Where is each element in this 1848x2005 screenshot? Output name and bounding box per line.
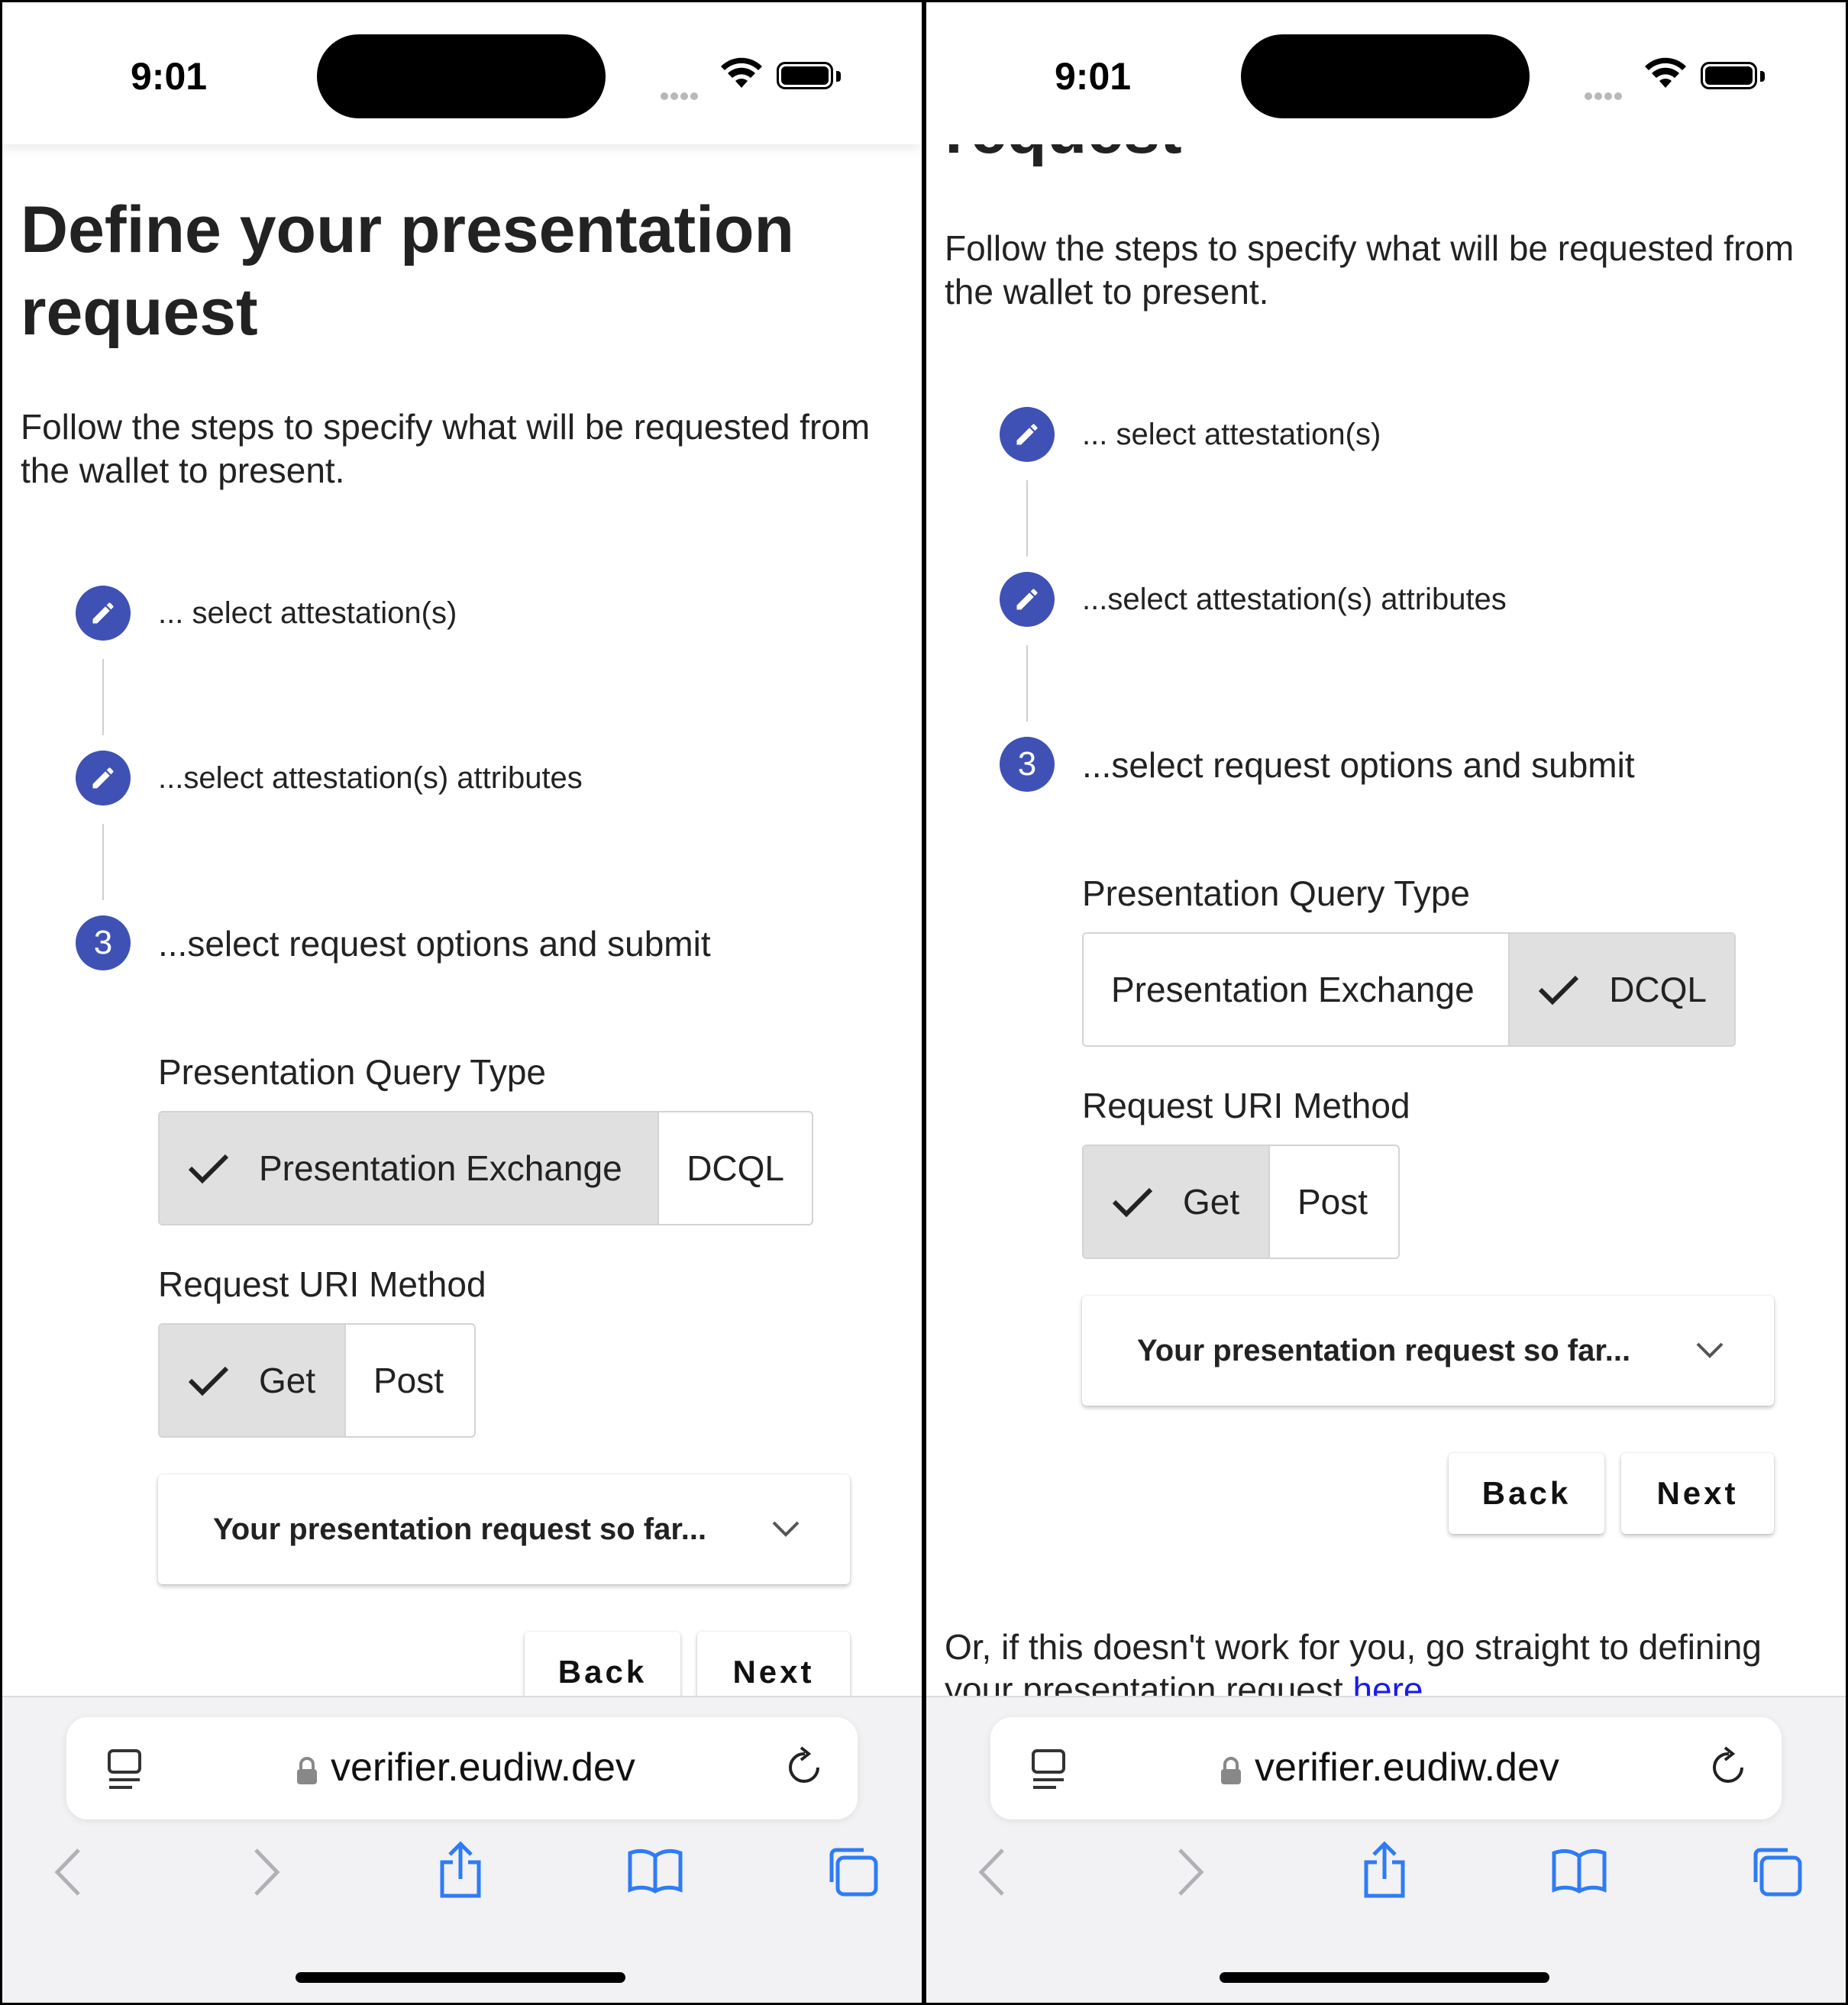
phone-screen-left: 9:01 Define your presentation request Fo… <box>2 2 922 2003</box>
toggle-post[interactable]: Post <box>344 1325 471 1436</box>
toggle-get[interactable]: Get <box>160 1325 344 1436</box>
step-2-label: ...select attestation(s) attributes <box>1082 583 1507 616</box>
phone-screen-right: request Follow the steps to specify what… <box>926 2 1846 2003</box>
toggle-label: Post <box>373 1361 444 1400</box>
checkmark-icon <box>1112 1187 1153 1218</box>
lock-icon <box>297 1757 317 1784</box>
pencil-icon <box>92 767 114 789</box>
toggle-dcql[interactable]: DCQL <box>1508 934 1734 1045</box>
tabs-icon[interactable] <box>825 1845 879 1897</box>
lock-icon <box>1221 1757 1241 1784</box>
bookmarks-icon[interactable] <box>627 1847 683 1894</box>
pencil-icon <box>1016 424 1038 445</box>
bookmarks-icon[interactable] <box>1551 1847 1607 1894</box>
status-bar: 9:01 <box>2 2 922 144</box>
checkmark-icon <box>188 1154 229 1184</box>
checkmark-icon <box>188 1366 229 1396</box>
step-2-edit-badge[interactable] <box>76 751 131 806</box>
toggle-label: Get <box>259 1361 316 1400</box>
battery-icon <box>777 62 833 89</box>
home-indicator <box>296 1972 625 1983</box>
step-2-edit-badge[interactable] <box>1000 572 1055 627</box>
step-connector <box>1026 480 1028 557</box>
summary-expansion-panel[interactable]: Your presentation request so far... <box>158 1474 850 1584</box>
summary-panel-title: Your presentation request so far... <box>1137 1333 1631 1367</box>
summary-panel-title: Your presentation request so far... <box>213 1512 707 1546</box>
status-bar: 9:01 <box>926 2 1846 144</box>
toggle-get[interactable]: Get <box>1084 1146 1268 1258</box>
url-text: verifier.eudiw.dev <box>1255 1745 1559 1790</box>
query-type-label: Presentation Query Type <box>158 1052 546 1092</box>
browser-toolbar: verifier.eudiw.dev <box>926 1696 1846 2003</box>
share-icon[interactable] <box>1360 1841 1409 1899</box>
step-3-number-badge: 3 <box>1000 737 1055 792</box>
cellular-signal-icon <box>661 85 700 105</box>
pencil-icon <box>92 602 114 624</box>
toggle-label: Presentation Exchange <box>259 1148 622 1188</box>
toggle-label: DCQL <box>1609 970 1707 1009</box>
back-arrow-icon[interactable] <box>53 1847 83 1897</box>
toggle-presentation-exchange[interactable]: Presentation Exchange <box>1084 934 1508 1045</box>
home-indicator <box>1220 1972 1549 1983</box>
query-type-toggle-group: Presentation Exchange DCQL <box>158 1111 813 1225</box>
intro-text: Follow the steps to specify what will be… <box>945 228 1795 312</box>
uri-method-label: Request URI Method <box>1082 1086 1410 1125</box>
step-1-edit-badge[interactable] <box>1000 407 1055 462</box>
step-connector <box>102 824 104 900</box>
tabs-icon[interactable] <box>1749 1845 1803 1897</box>
toggle-label: DCQL <box>687 1148 784 1188</box>
page-title: Define your presentation request <box>21 193 795 349</box>
chevron-down-icon <box>1696 1342 1724 1358</box>
query-type-label: Presentation Query Type <box>1082 873 1470 913</box>
intro-text: Follow the steps to specify what will be… <box>21 407 871 490</box>
forward-arrow-icon[interactable] <box>1175 1847 1206 1897</box>
dynamic-island <box>1241 34 1530 118</box>
toggle-label: Presentation Exchange <box>1111 970 1475 1009</box>
step-3-label: ...select request options and submit <box>158 924 711 964</box>
pencil-icon <box>1016 589 1038 610</box>
step-1-label: ... select attestation(s) <box>1082 418 1381 451</box>
step-3-number-badge: 3 <box>76 915 131 970</box>
toggle-label: Post <box>1297 1182 1368 1222</box>
browser-toolbar: verifier.eudiw.dev <box>2 1696 922 2003</box>
step-connector <box>1026 645 1028 722</box>
battery-icon <box>1701 62 1757 89</box>
checkmark-icon <box>1539 975 1579 1006</box>
status-time: 9:01 <box>131 55 208 98</box>
page-menu-icon[interactable] <box>1030 1748 1071 1794</box>
address-bar[interactable]: verifier.eudiw.dev <box>66 1717 858 1819</box>
step-2-label: ...select attestation(s) attributes <box>158 761 583 795</box>
toggle-dcql[interactable]: DCQL <box>657 1112 812 1224</box>
address-bar[interactable]: verifier.eudiw.dev <box>990 1717 1782 1819</box>
reload-icon[interactable] <box>1708 1745 1749 1789</box>
wifi-icon <box>721 57 762 88</box>
toggle-label: Get <box>1183 1182 1240 1222</box>
share-icon[interactable] <box>436 1841 485 1899</box>
forward-arrow-icon[interactable] <box>251 1847 282 1897</box>
reload-icon[interactable] <box>784 1745 825 1789</box>
page-menu-icon[interactable] <box>106 1748 147 1794</box>
summary-expansion-panel[interactable]: Your presentation request so far... <box>1082 1296 1774 1406</box>
status-time: 9:01 <box>1055 55 1132 98</box>
toggle-post[interactable]: Post <box>1268 1146 1395 1258</box>
chevron-down-icon <box>772 1521 800 1537</box>
back-button[interactable]: Back <box>1449 1453 1604 1534</box>
wifi-icon <box>1645 57 1686 88</box>
uri-method-label: Request URI Method <box>158 1264 486 1304</box>
url-text: verifier.eudiw.dev <box>331 1745 635 1790</box>
step-3-label: ...select request options and submit <box>1082 745 1635 785</box>
cellular-signal-icon <box>1585 85 1624 105</box>
back-arrow-icon[interactable] <box>977 1847 1007 1897</box>
step-connector <box>102 659 104 735</box>
uri-method-toggle-group: Get Post <box>1082 1145 1400 1259</box>
dynamic-island <box>317 34 606 118</box>
step-1-edit-badge[interactable] <box>76 586 131 641</box>
uri-method-toggle-group: Get Post <box>158 1323 476 1438</box>
toggle-presentation-exchange[interactable]: Presentation Exchange <box>160 1112 658 1224</box>
query-type-toggle-group: Presentation Exchange DCQL <box>1082 932 1736 1047</box>
step-1-label: ... select attestation(s) <box>158 596 457 630</box>
next-button[interactable]: Next <box>1621 1453 1774 1534</box>
